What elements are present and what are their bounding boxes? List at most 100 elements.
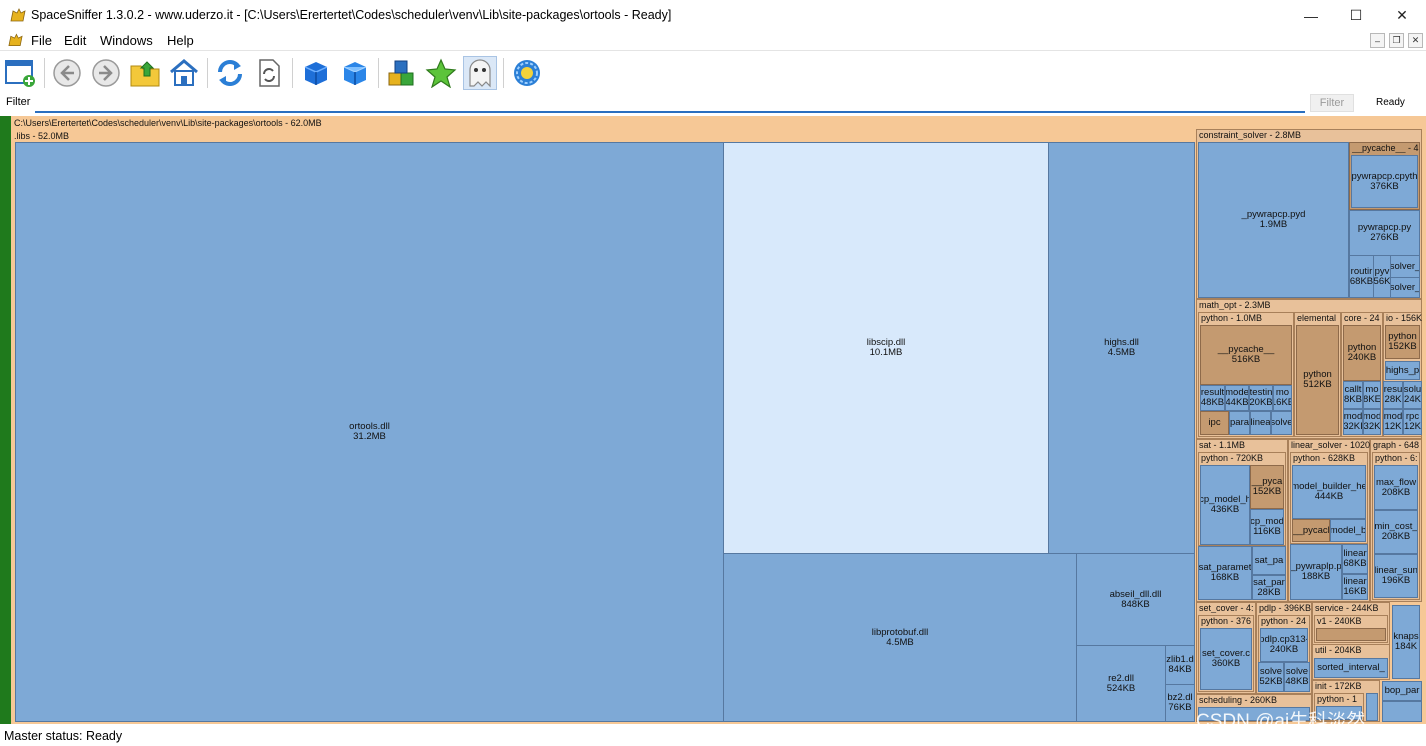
file-pdlp-cpython[interactable]: pdlp.cp313- 240KB	[1260, 628, 1308, 662]
close-button[interactable]: ✕	[1379, 0, 1425, 31]
file-pywrapcp-cpython[interactable]: pywrapcp.cpyth 376KB	[1351, 155, 1418, 208]
folder-label: python - 1	[1317, 694, 1358, 704]
file-model-builder[interactable]: model_b	[1330, 519, 1366, 542]
file-bop-other[interactable]	[1382, 701, 1422, 722]
refresh-icon[interactable]	[213, 56, 247, 90]
file-cp-model[interactable]: cp_mod 116KB	[1250, 509, 1284, 545]
file-size: 32K	[1364, 421, 1380, 432]
file-linea[interactable]: linea	[1250, 411, 1271, 435]
file-para[interactable]: para	[1229, 411, 1250, 435]
file-pyv[interactable]: pyv 56K	[1373, 255, 1391, 298]
minimize-button[interactable]: —	[1288, 0, 1334, 31]
forward-arrow-icon[interactable]	[89, 56, 123, 90]
file-sat-pa-2[interactable]: sat_par 28KB	[1252, 575, 1286, 600]
file-solution[interactable]: solu 24K	[1403, 381, 1422, 409]
file-solver-2[interactable]: solver_	[1390, 277, 1420, 298]
new-window-icon[interactable]	[3, 56, 37, 90]
file-solver-1[interactable]: solver_	[1390, 255, 1420, 278]
file-sat-pa-1[interactable]: sat_pa	[1252, 546, 1286, 575]
file-mod-1[interactable]: mo8KE	[1363, 381, 1381, 409]
file-size: 4.5MB	[1107, 347, 1136, 358]
folder-ls-pycache[interactable]: __pycacl	[1292, 519, 1330, 542]
refresh-document-icon[interactable]	[252, 56, 286, 90]
file-abseil-dll[interactable]: abseil_dll.dll 848KB	[1076, 553, 1195, 646]
file-knapsack[interactable]: knaps 184K	[1392, 605, 1420, 679]
folder-label: python - 1.0MB	[1201, 313, 1263, 323]
file-testing[interactable]: testin 20KB	[1249, 385, 1273, 411]
view-status-label: Ready	[1376, 97, 1405, 108]
file-max-flow[interactable]: max_flow 208KB	[1374, 465, 1418, 510]
file-callback[interactable]: callt 8KB	[1343, 381, 1363, 409]
mdi-minimize-button[interactable]: –	[1370, 33, 1385, 48]
parent-folder-icon[interactable]	[128, 56, 162, 90]
file-pdlp-solve-1[interactable]: solve 52KB	[1258, 662, 1284, 692]
folder-v1-content[interactable]	[1316, 628, 1386, 641]
green-star-icon[interactable]	[424, 56, 458, 90]
file-size: 16KB	[1274, 397, 1291, 408]
folder-core-python[interactable]: python 240KB	[1343, 325, 1381, 381]
file-mod-3[interactable]: mod32K	[1363, 409, 1381, 435]
file-bz2-dll[interactable]: bz2.dl 76KB	[1165, 684, 1195, 722]
folder-io-python[interactable]: python 152KB	[1385, 325, 1420, 359]
settings-sun-icon[interactable]	[510, 56, 544, 90]
file-highs-dll[interactable]: highs.dll 4.5MB	[1048, 142, 1195, 554]
file-init-small[interactable]	[1366, 693, 1378, 721]
file-zlib1-dll[interactable]: zlib1.d 84KB	[1165, 645, 1195, 685]
file-size: 12K	[1404, 421, 1421, 432]
master-status-text: Master status: Ready	[4, 729, 123, 743]
file-min-cost-flow[interactable]: min_cost_ 208KB	[1374, 510, 1418, 554]
file-mod-4[interactable]: mod 12K	[1383, 409, 1403, 435]
mdi-document-icon	[8, 33, 23, 50]
maximize-button[interactable]: ☐	[1333, 0, 1379, 31]
file-routing[interactable]: routir 68KB	[1349, 255, 1374, 298]
file-pywrapcp-pyd[interactable]: _pywrapcp.pyd 1.9MB	[1198, 142, 1349, 298]
file-rpc[interactable]: rpc 12K	[1403, 409, 1422, 435]
file-pywrapcp-py[interactable]: pywrapcp.py 276KB	[1349, 210, 1420, 256]
filter-input[interactable]	[35, 93, 1305, 113]
file-re2-dll[interactable]: re2.dll 524KB	[1076, 645, 1166, 722]
file-mod-2[interactable]: mod 32KI	[1343, 409, 1363, 435]
colored-blocks-icon[interactable]	[385, 56, 419, 90]
file-sat-parameters[interactable]: sat_paramet 168KB	[1198, 546, 1252, 600]
file-pywraplp[interactable]: _pywraplp.p 188KB	[1290, 544, 1342, 600]
file-set-cover-cpython[interactable]: set_cover.c 360KB	[1200, 628, 1252, 690]
file-name: routir	[1350, 265, 1373, 277]
file-model-builder-helper[interactable]: model_builder_he 444KB	[1292, 465, 1366, 519]
menu-windows[interactable]: Windows	[100, 33, 153, 48]
file-libscip-dll[interactable]: libscip.dll 10.1MB	[723, 142, 1049, 554]
file-linear-2[interactable]: linear 16KB	[1342, 574, 1368, 600]
file-result[interactable]: result 48KB	[1200, 385, 1225, 411]
folder-label: constraint_solver - 2.8MB	[1199, 130, 1302, 140]
blue-cube-open-icon[interactable]	[338, 56, 372, 90]
filter-button[interactable]: Filter	[1310, 94, 1354, 112]
file-solve[interactable]: solve	[1271, 411, 1292, 435]
folder-sat-pycache[interactable]: __pyca 152KB	[1250, 465, 1284, 509]
file-linear-1[interactable]: linear 68KB	[1342, 544, 1368, 574]
home-icon[interactable]	[167, 56, 201, 90]
back-arrow-icon[interactable]	[50, 56, 84, 90]
file-mo[interactable]: mo16KB	[1273, 385, 1292, 411]
toolbar	[0, 52, 1426, 92]
file-ortools-dll[interactable]: ortools.dll 31.2MB	[15, 142, 724, 722]
file-pdlp-solve-2[interactable]: solve 48KB	[1284, 662, 1310, 692]
folder-elemental-python[interactable]: python 512KB	[1296, 325, 1339, 435]
file-sorted-interval[interactable]: sorted_interval_	[1314, 658, 1388, 678]
treemap-side-bar	[0, 116, 11, 724]
file-bop-parameters[interactable]: bop_par	[1382, 681, 1422, 701]
mdi-close-button[interactable]: ✕	[1408, 33, 1423, 48]
file-libprotobuf-dll[interactable]: libprotobuf.dll 4.5MB	[723, 553, 1077, 722]
menu-edit[interactable]: Edit	[64, 33, 86, 48]
file-result-2[interactable]: resu 28K	[1383, 381, 1403, 409]
file-linear-sum[interactable]: linear_sun 196KB	[1374, 554, 1418, 598]
mdi-restore-button[interactable]: ❐	[1389, 33, 1404, 48]
folder-ipc[interactable]: ipc	[1200, 411, 1229, 435]
file-model[interactable]: mode 44KB	[1225, 385, 1249, 411]
folder-label: python - 628KB	[1293, 453, 1356, 463]
file-highs-proto[interactable]: highs_p	[1385, 361, 1420, 380]
file-cp-model-helper[interactable]: cp_model_h 436KB	[1200, 465, 1250, 545]
folder-mo-pycache[interactable]: __pycache__ 516KB	[1200, 325, 1292, 385]
menu-help[interactable]: Help	[167, 33, 194, 48]
ghost-icon[interactable]	[463, 56, 497, 90]
menu-file[interactable]: File	[31, 33, 52, 48]
blue-cube-icon[interactable]	[299, 56, 333, 90]
